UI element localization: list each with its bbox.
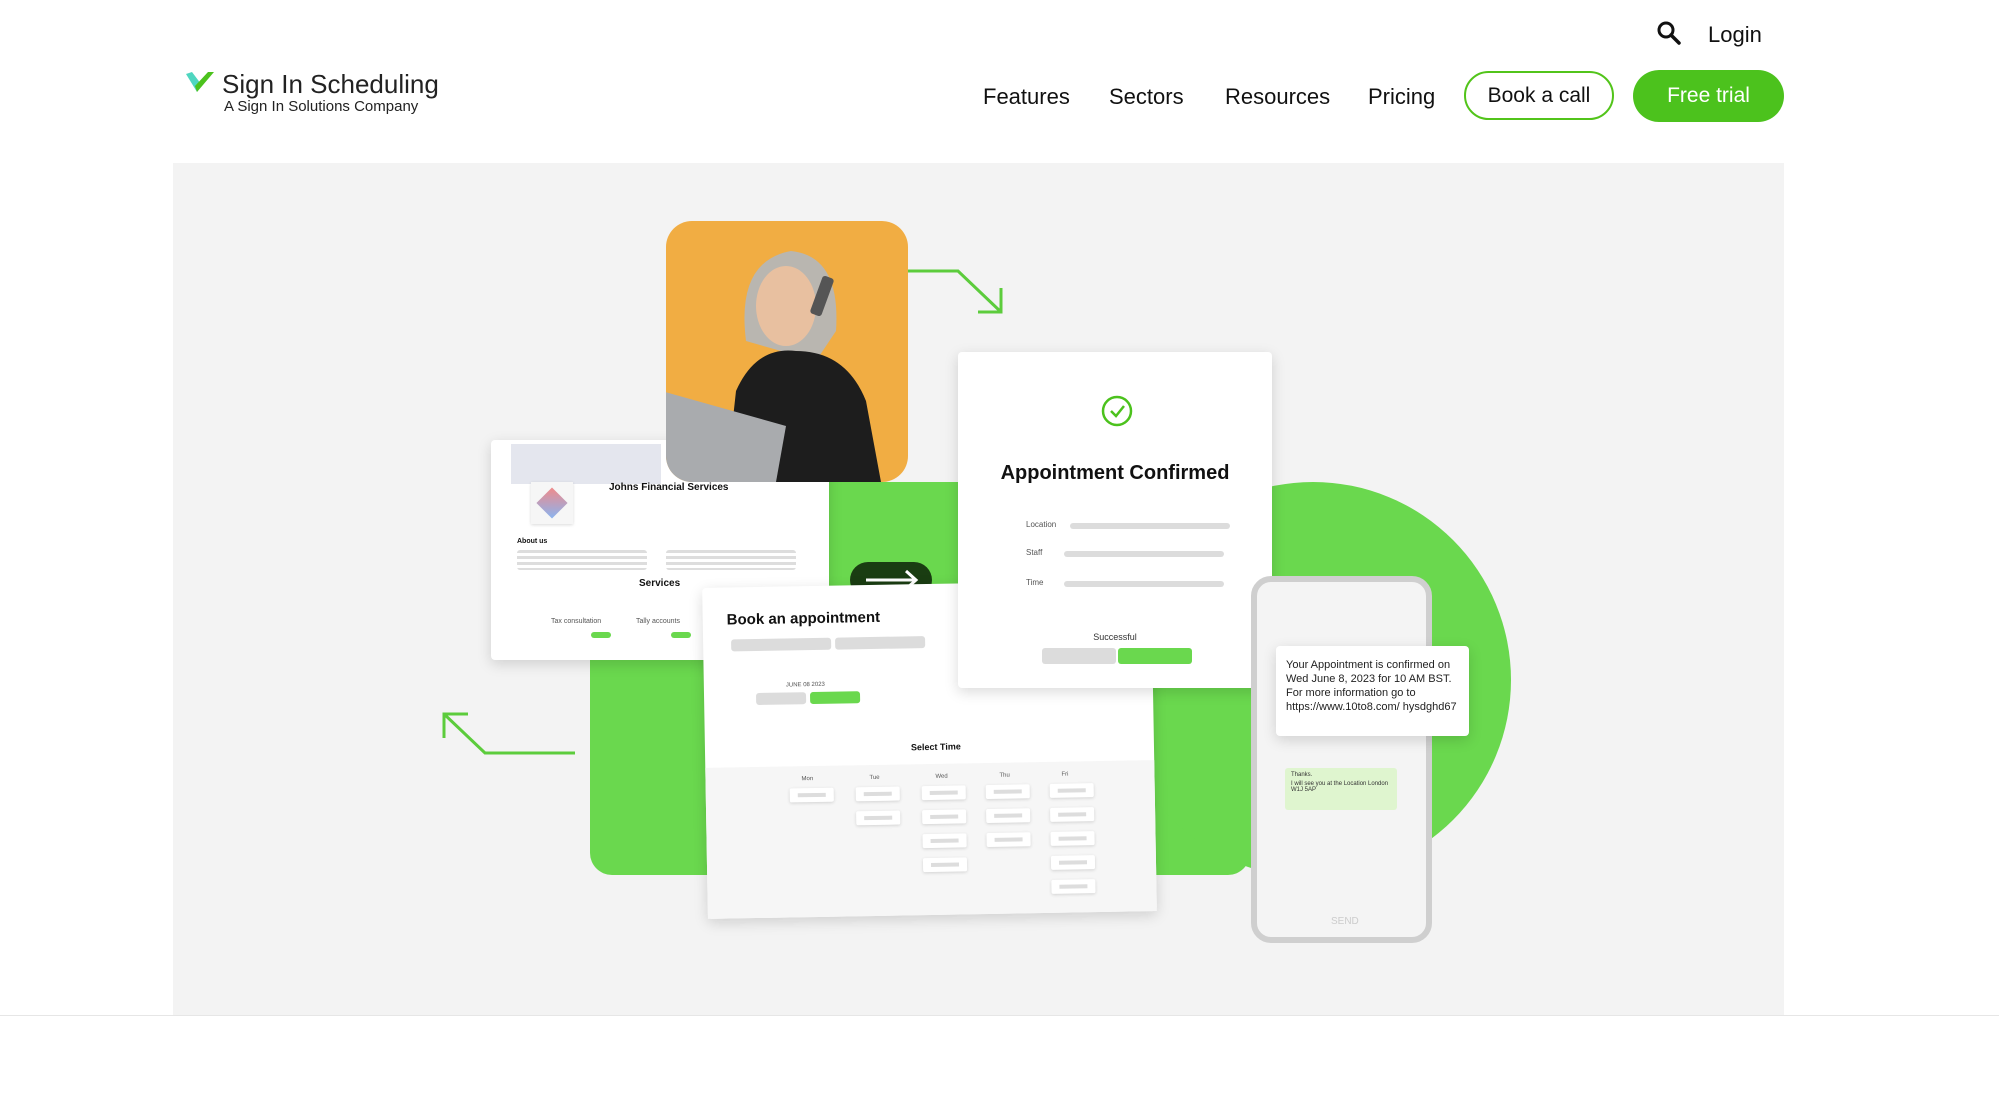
company-logo-icon (531, 482, 573, 524)
search-icon[interactable] (1656, 20, 1682, 46)
book-a-call-button[interactable]: Book a call (1464, 71, 1614, 120)
about-heading: About us (517, 538, 548, 545)
divider (0, 1015, 1999, 1016)
check-circle-icon (1101, 395, 1133, 427)
sms-confirmation-bubble: Your Appointment is confirmed on Wed Jun… (1276, 646, 1469, 736)
logo-title: Sign In Scheduling (222, 69, 439, 99)
day-tue: Tue (869, 774, 880, 782)
send-label: SEND (1331, 916, 1359, 927)
logo[interactable]: Sign In Scheduling A Sign In Solutions C… (186, 70, 439, 115)
status-successful: Successful (1093, 632, 1137, 642)
service-tally: Tally accounts (636, 618, 680, 625)
day-thu: Thu (999, 772, 1010, 779)
day-wed: Wed (935, 773, 948, 780)
checkmark-logo-icon (186, 72, 214, 92)
woman-on-phone-photo (666, 221, 908, 482)
field-time: Time (1026, 578, 1044, 587)
arrow-up-left-icon (442, 712, 575, 755)
reply-bubble: Thanks. I will see you at the Location L… (1285, 768, 1397, 810)
services-heading: Services (639, 578, 681, 589)
arrow-down-right-icon (908, 269, 1003, 314)
day-fri: Fri (1061, 771, 1069, 778)
appointment-confirmed-card: Appointment Confirmed Location Staff Tim… (958, 352, 1272, 688)
reply-line-2: I will see you at the Location London W1… (1291, 781, 1389, 793)
nav-sectors[interactable]: Sectors (1109, 84, 1184, 110)
login-link[interactable]: Login (1708, 22, 1762, 48)
nav-features[interactable]: Features (983, 84, 1070, 110)
field-location: Location (1026, 520, 1057, 529)
confirmed-title: Appointment Confirmed (1000, 462, 1230, 484)
business-name: Johns Financial Services (609, 482, 729, 493)
service-tax: Tax consultation (551, 618, 602, 625)
nav-pricing[interactable]: Pricing (1368, 84, 1435, 110)
nav-resources[interactable]: Resources (1225, 84, 1330, 110)
logo-subtitle: A Sign In Solutions Company (224, 98, 419, 115)
day-mon: Mon (801, 776, 814, 783)
booking-title: Book an appointment (726, 608, 881, 629)
free-trial-button[interactable]: Free trial (1633, 70, 1784, 122)
field-staff: Staff (1026, 548, 1043, 557)
phone-mockup: SEND Thanks. I will see you at the Locat… (1251, 576, 1432, 943)
booking-date: JUNE 08 2023 (785, 681, 825, 689)
reply-line-1: Thanks. (1291, 772, 1313, 778)
select-time-heading: Select Time (910, 741, 961, 753)
